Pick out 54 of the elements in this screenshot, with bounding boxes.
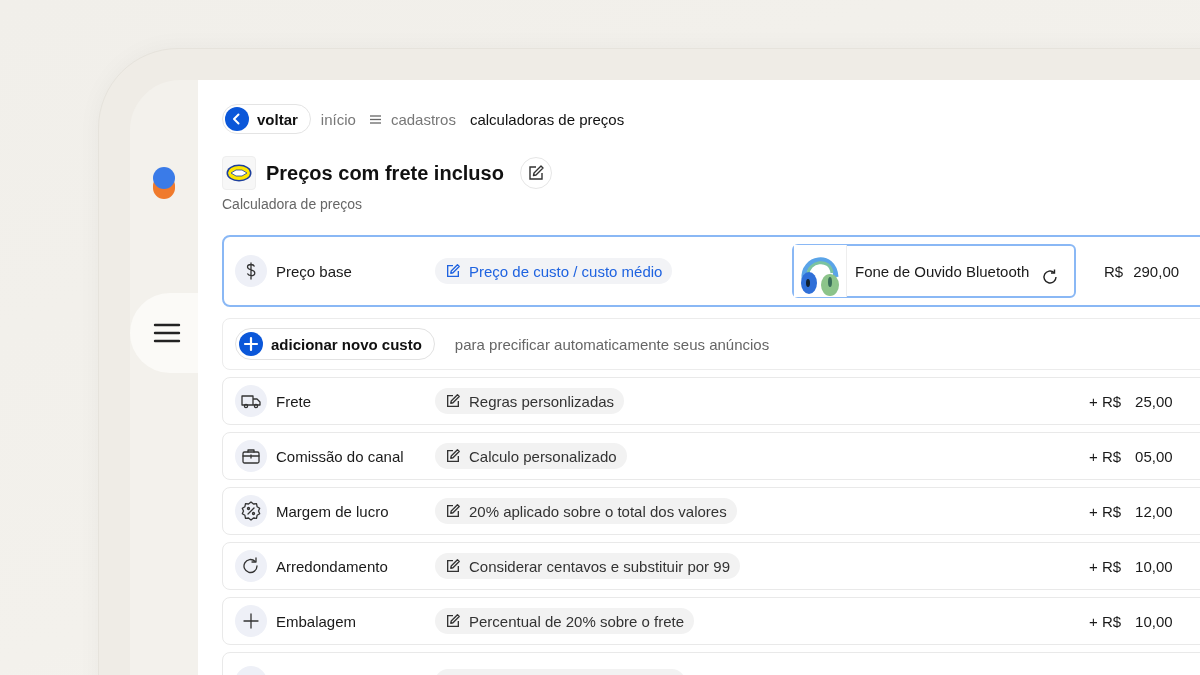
page-subtitle: Calculadora de preços (222, 196, 364, 212)
edit-icon (445, 263, 461, 279)
breadcrumb-link[interactable]: início (320, 110, 356, 128)
back-icon (225, 107, 249, 131)
edit-icon (445, 393, 461, 409)
menu-button[interactable] (130, 293, 198, 373)
dollar-icon (235, 255, 267, 287)
currency-label: + R$ (1089, 502, 1122, 520)
page-title: Preços com frete incluso (266, 161, 504, 185)
edit-icon (445, 613, 461, 629)
edit-icon (445, 503, 461, 519)
add-cost-hint: para precificar automaticamente seus anúncios (454, 335, 770, 353)
row-label: Frete (276, 392, 311, 410)
amount-value: 10,00 (1135, 557, 1173, 575)
app-logo-icon (153, 167, 175, 199)
row-label: Comissão do canal (276, 447, 404, 465)
row-label: Preço base (276, 262, 352, 280)
amount-value: 12,00 (1135, 502, 1173, 520)
truck-icon (235, 385, 267, 417)
rule-chip[interactable]: Considerar centavos e substituir por 99 (435, 553, 740, 579)
amount-value: 10,00 (1135, 612, 1173, 630)
currency-label: + R$ (1089, 612, 1122, 630)
edit-button[interactable] (519, 157, 552, 189)
plus-icon (235, 605, 267, 637)
amount-value: 290,00 (1133, 262, 1180, 280)
breadcrumb-link[interactable]: calculadoras de preços (469, 110, 625, 128)
edit-icon (445, 448, 461, 464)
edit-icon (526, 164, 545, 182)
row-label: Embalagem (276, 612, 357, 630)
plus-icon (239, 332, 263, 356)
percent-badge-icon (235, 495, 267, 527)
amount-value: 25,00 (1135, 392, 1173, 410)
currency-label: + R$ (1089, 392, 1122, 410)
row-label: Arredondamento (276, 557, 388, 575)
list-icon (369, 114, 381, 124)
edit-icon (445, 558, 461, 574)
rule-chip[interactable]: Calculo personalizado (435, 443, 627, 469)
briefcase-icon (235, 440, 267, 472)
rule-chip[interactable]: Preço de custo / custo médio (435, 258, 673, 284)
refresh-icon[interactable] (1041, 268, 1060, 286)
row-label: Margem de lucro (276, 502, 389, 520)
add-cost-button[interactable]: adicionar novo custo (235, 328, 435, 360)
rule-chip[interactable]: Percentual de 20% sobre o frete (435, 608, 695, 634)
menu-icon (153, 323, 181, 343)
amount-value: 05,00 (1135, 447, 1173, 465)
currency-label: + R$ (1089, 447, 1122, 465)
rule-chip[interactable]: Regras personlizadas (435, 388, 625, 414)
breadcrumb-link[interactable]: cadastros (390, 110, 456, 128)
currency-label: R$ (1104, 262, 1124, 280)
product-card[interactable]: Fone de Ouvido Bluetooth (792, 244, 1076, 298)
back-button[interactable]: voltar (222, 104, 311, 134)
rule-chip[interactable]: 20% aplicado sobre o total dos valores (435, 498, 737, 524)
currency-label: + R$ (1089, 557, 1122, 575)
refresh-icon (235, 550, 267, 582)
